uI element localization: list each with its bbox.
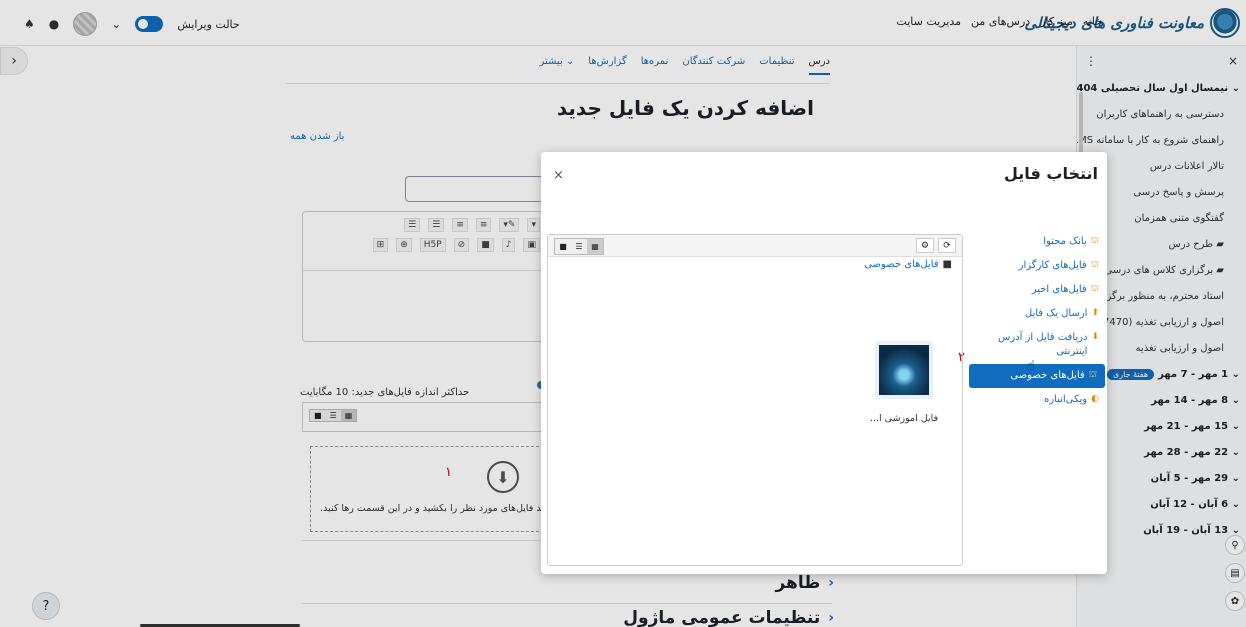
- repo-content-bank[interactable]: ⛫ بانک محتوا: [967, 230, 1107, 254]
- upload-icon: ⬆: [1091, 308, 1099, 318]
- list-view-icon[interactable]: ☰: [571, 239, 587, 254]
- refresh-icon[interactable]: ⟳: [938, 238, 956, 253]
- file-name: فایل آموزشی ا...: [869, 413, 939, 424]
- settings-gear-icon[interactable]: ⚙: [916, 238, 934, 253]
- repository-list: ⛫ بانک محتوا ⛫ فایل‌های کارگزار ⛫ فایل‌های …: [967, 230, 1107, 412]
- dialog-title: انتخاب فایل: [1004, 164, 1098, 183]
- repo-upload-file[interactable]: ⬆ ارسال یک فایل: [967, 302, 1107, 326]
- grid-view-icon[interactable]: ▦: [587, 239, 603, 254]
- repo-label: فایل‌های اخیر: [1031, 284, 1087, 295]
- file-picker-dialog: انتخاب فایل × ⛫ بانک محتوا ⛫ فایل‌های کارگ…: [541, 152, 1107, 574]
- wikimedia-icon: ◐: [1091, 394, 1099, 404]
- breadcrumb[interactable]: ■ فایل‌های خصوصی: [864, 259, 952, 270]
- repo-label: ویکی‌انباره: [1043, 394, 1088, 405]
- file-thumbnail: [875, 341, 933, 399]
- view-switcher: ■ ☰ ▦: [554, 238, 604, 255]
- repository-icon: ⛫: [1090, 284, 1099, 294]
- repo-server-files[interactable]: ⛫ فایل‌های کارگزار: [967, 254, 1107, 278]
- repo-label: دریافت فایل از آدرس اینترنتی: [998, 332, 1088, 357]
- repository-icon: ⛫: [1090, 236, 1099, 246]
- repository-icon: ⛫: [1090, 260, 1099, 270]
- hand-cursor-icon: ☝: [1026, 358, 1035, 374]
- repository-icon: ⛫: [1088, 370, 1097, 380]
- repo-label: فایل‌های کارگزار: [1018, 260, 1087, 271]
- repo-url-downloader[interactable]: ⬇ دریافت فایل از آدرس اینترنتی: [967, 326, 1107, 364]
- file-actions: ⟳ ⚙: [916, 238, 956, 253]
- repo-label: فایل‌های خصوصی: [1010, 370, 1085, 381]
- repo-wikimedia[interactable]: ◐ ویکی‌انباره: [967, 388, 1107, 412]
- folder-icon: ■: [942, 259, 952, 270]
- file-item[interactable]: فایل آموزشی ا...: [858, 341, 950, 424]
- file-browser-toolbar: ⟳ ⚙ ■ ☰ ▦: [548, 235, 962, 257]
- repo-private-files[interactable]: ⛫ فایل‌های خصوصی: [969, 364, 1105, 388]
- breadcrumb-label: فایل‌های خصوصی: [864, 259, 939, 270]
- download-icon: ⬇: [1091, 332, 1099, 342]
- close-icon[interactable]: ×: [553, 168, 564, 183]
- file-browser: ⟳ ⚙ ■ ☰ ▦ ■ فایل‌های خصوصی فایل آموزشی ا…: [547, 234, 963, 566]
- repo-label: بانک محتوا: [1043, 236, 1087, 247]
- folder-view-icon[interactable]: ■: [555, 239, 571, 254]
- repo-recent-files[interactable]: ⛫ فایل‌های اخیر: [967, 278, 1107, 302]
- repo-label: ارسال یک فایل: [1024, 308, 1088, 319]
